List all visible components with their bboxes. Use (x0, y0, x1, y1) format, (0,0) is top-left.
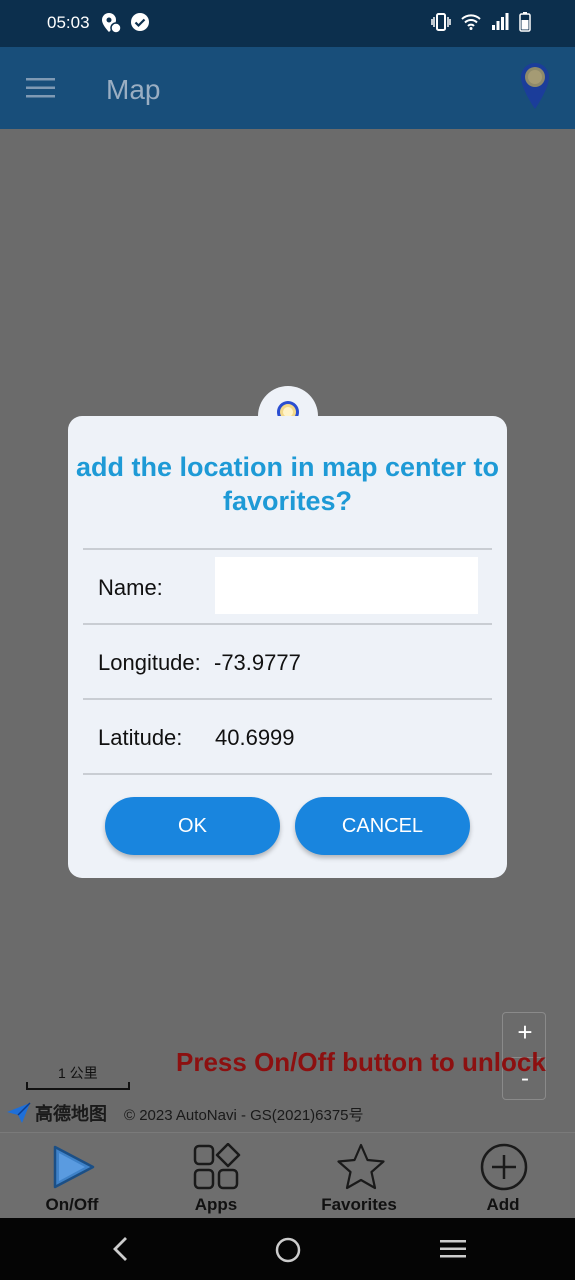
scale-bar (26, 1082, 130, 1090)
ok-button[interactable]: OK (105, 797, 280, 855)
map-logo: 高德地图 (6, 1100, 107, 1126)
play-icon (53, 1145, 95, 1189)
bottom-nav: On/Off Apps Favorites Add (0, 1132, 575, 1218)
add-favorite-dialog: add the location in map center to favori… (68, 416, 507, 878)
nav-on-off[interactable]: On/Off (17, 1133, 127, 1219)
signal-icon (491, 13, 509, 36)
name-label: Name: (98, 575, 163, 600)
status-time: 05:03 (47, 13, 90, 32)
status-bar: 05:03 (0, 0, 575, 47)
divider (83, 548, 492, 550)
check-circle-icon (130, 12, 150, 39)
latitude-value: 40.6999 (215, 725, 295, 750)
location-icon (100, 12, 122, 39)
apps-icon (193, 1143, 241, 1190)
zoom-in-button[interactable]: + (503, 1017, 547, 1048)
vibrate-icon (431, 13, 451, 36)
nav-label: Favorites (321, 1195, 397, 1214)
menu-icon[interactable] (26, 77, 56, 99)
latitude-label: Latitude: (98, 725, 183, 750)
cancel-button[interactable]: CANCEL (295, 797, 470, 855)
add-circle-icon (480, 1143, 528, 1191)
system-nav-bar (0, 1218, 575, 1280)
back-icon[interactable] (110, 1236, 134, 1267)
app-bar: Map (0, 47, 575, 129)
divider (83, 773, 492, 775)
battery-icon (519, 12, 531, 37)
wifi-icon (461, 14, 481, 35)
scale-label: 1 公里 (58, 1065, 98, 1081)
nav-label: Apps (194, 1195, 238, 1214)
nav-add[interactable]: Add (448, 1133, 558, 1219)
home-icon[interactable] (274, 1236, 302, 1269)
nav-apps[interactable]: Apps (161, 1133, 271, 1219)
page-title: Map (106, 74, 161, 105)
nav-label: Add (486, 1195, 520, 1214)
nav-label: On/Off (45, 1195, 99, 1214)
nav-favorites[interactable]: Favorites (304, 1133, 414, 1219)
recents-icon[interactable] (439, 1238, 467, 1265)
star-icon (337, 1143, 385, 1190)
navigation-arrow-icon (7, 1102, 31, 1123)
longitude-value: -73.9777 (214, 650, 301, 675)
divider (83, 698, 492, 700)
location-pin-icon[interactable] (519, 61, 551, 116)
longitude-label: Longitude: (98, 650, 201, 675)
divider (83, 623, 492, 625)
unlock-message: Press On/Off button to unlock (176, 1047, 546, 1077)
name-input[interactable] (215, 557, 478, 614)
logo-text: 高德地图 (35, 1104, 107, 1124)
dialog-title: add the location in map center to favori… (75, 452, 500, 516)
map-copyright: © 2023 AutoNavi - GS(2021)6375号 (124, 1107, 364, 1124)
